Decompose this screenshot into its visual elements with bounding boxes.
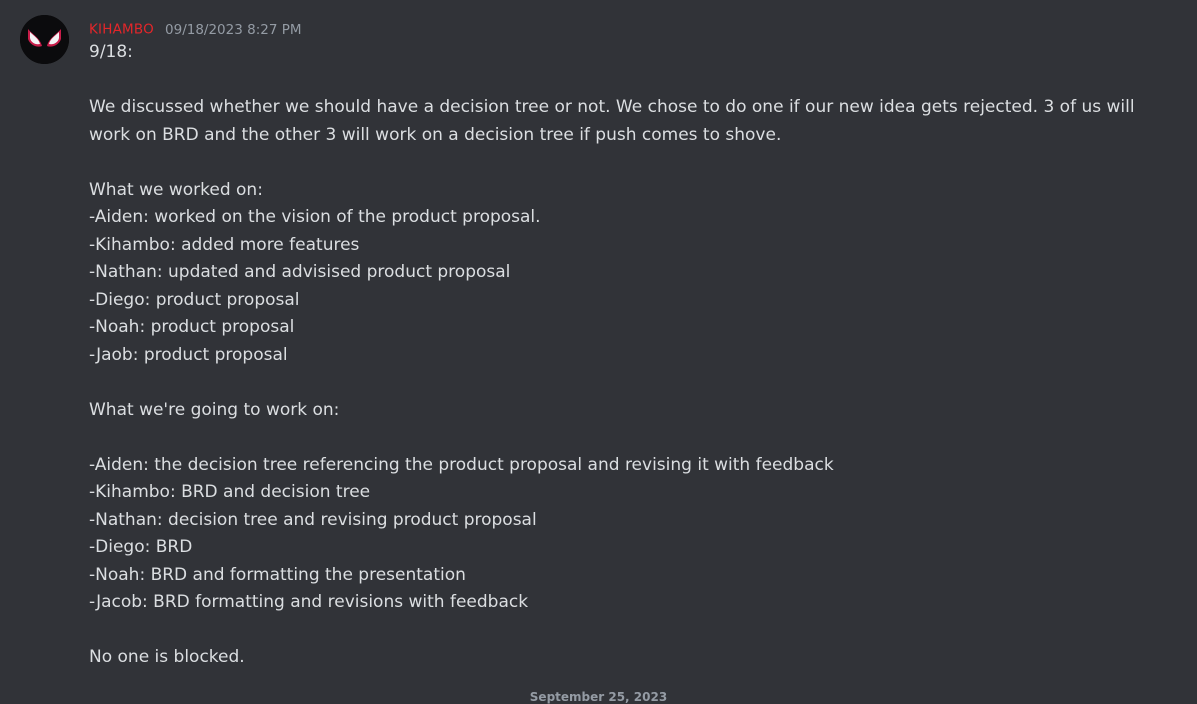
user-avatar[interactable] bbox=[20, 15, 69, 64]
message-line: What we're going to work on: bbox=[89, 399, 340, 420]
message-timestamp[interactable]: 09/18/2023 8:27 PM bbox=[165, 22, 302, 38]
message-line: -Noah: BRD and formatting the presentati… bbox=[89, 564, 466, 585]
message-line: 9/18: bbox=[89, 42, 133, 62]
chat-message: KIHAMBO 09/18/2023 8:27 PM 9/18: We discu… bbox=[0, 0, 1197, 704]
message-line: No one is blocked. bbox=[89, 647, 245, 667]
message-line: -Diego: BRD bbox=[89, 537, 193, 557]
message-line: We discussed whether we should have a de… bbox=[89, 97, 1140, 145]
message-body: 9/18: We discussed whether we should have… bbox=[89, 39, 1169, 672]
message-header: KIHAMBO 09/18/2023 8:27 PM bbox=[89, 19, 302, 39]
message-line: What we worked on: bbox=[89, 179, 263, 200]
message-line: -Nathan: decision tree and revising prod… bbox=[89, 509, 537, 530]
message-line: -Kihambo: added more features bbox=[89, 234, 360, 255]
message-line: -Noah: product proposal bbox=[89, 317, 295, 337]
message-line: -Jaob: product proposal bbox=[89, 344, 288, 365]
message-line: -Kihambo: BRD and decision tree bbox=[89, 482, 371, 502]
message-line: -Nathan: updated and advisised product p… bbox=[89, 262, 511, 282]
spider-mask-icon bbox=[20, 15, 69, 64]
message-line: -Aiden: worked on the vision of the prod… bbox=[89, 207, 541, 227]
author-name[interactable]: KIHAMBO bbox=[89, 22, 154, 38]
message-line: -Jacob: BRD formatting and revisions wit… bbox=[89, 592, 529, 612]
message-line: -Diego: product proposal bbox=[89, 289, 300, 310]
message-line: -Aiden: the decision tree referencing th… bbox=[89, 454, 834, 475]
